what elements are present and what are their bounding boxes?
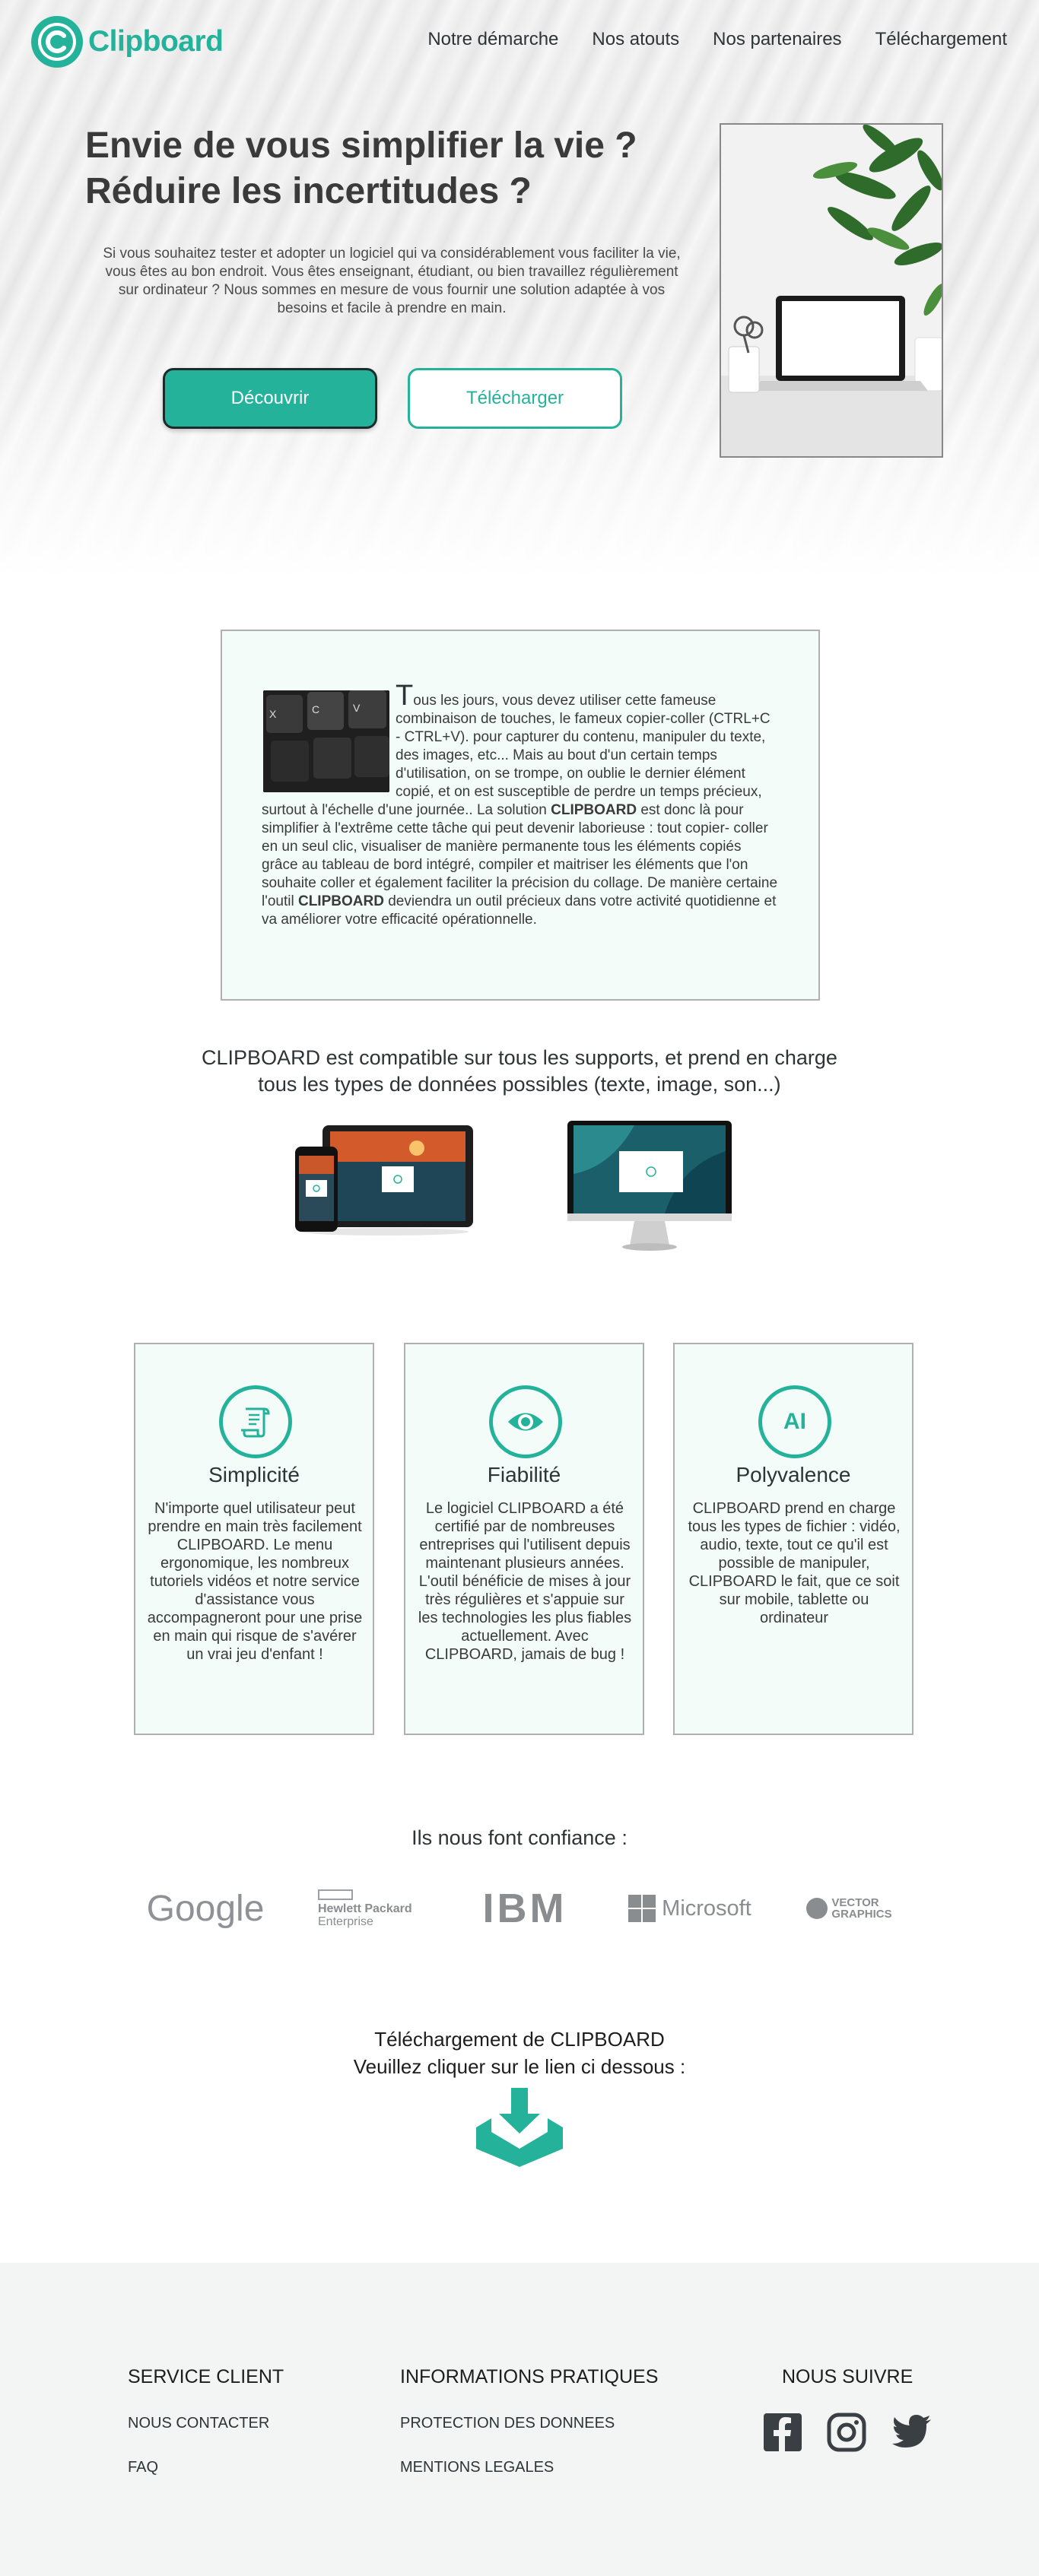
vector-line2: GRAPHICS	[831, 1908, 892, 1921]
vector-graphics-logo-icon	[806, 1898, 828, 1919]
footer-link-faq[interactable]: FAQ	[128, 2459, 158, 2476]
partner-microsoft[interactable]: Microsoft	[627, 1884, 753, 1933]
nav-telechargement[interactable]: Téléchargement	[875, 29, 1007, 50]
partner-google[interactable]: Google	[140, 1884, 271, 1933]
laptop-plant-image	[721, 125, 942, 456]
eye-icon	[489, 1385, 562, 1458]
vector-line1: VECTOR	[831, 1896, 879, 1909]
logo-text: Clipboard	[88, 25, 224, 58]
intro-bold2: CLIPBOARD	[297, 893, 384, 909]
partner-ibm[interactable]: IBM	[472, 1884, 578, 1933]
download-title: Téléchargement de CLIPBOARD Veuillez cli…	[0, 2026, 1039, 2080]
nav-atouts[interactable]: Nos atouts	[592, 29, 679, 50]
feature-title: Polyvalence	[736, 1463, 851, 1486]
download-icon[interactable]	[476, 2088, 563, 2167]
compat-line2: tous les types de données possibles (tex…	[258, 1073, 781, 1096]
main-nav: Notre démarche Nos atouts Nos partenaire…	[427, 29, 1007, 50]
footer-link-contact[interactable]: NOUS CONTACTER	[128, 2415, 269, 2432]
footer-service-client-title: SERVICE CLIENT	[128, 2366, 284, 2387]
feature-title: Simplicité	[208, 1463, 300, 1486]
hero-title-line1: Envie de vous simplifier la vie ?	[85, 125, 637, 166]
intro-box: X C V Tous les jours, vous devez utilise…	[221, 630, 820, 1001]
feature-text: CLIPBOARD prend en charge tous les types…	[688, 1500, 901, 1626]
hero-title: Envie de vous simplifier la vie ? Réduir…	[85, 123, 709, 214]
compat-title: CLIPBOARD est compatible sur tous les su…	[139, 1045, 900, 1098]
download-line2: Veuillez cliquer sur le lien ci dessous …	[353, 2055, 686, 2078]
nav-partenaires[interactable]: Nos partenaires	[713, 29, 841, 50]
logo[interactable]: Clipboard	[29, 14, 224, 70]
feature-card-polyvalence: AI Polyvalence CLIPBOARD prend en charge…	[673, 1343, 913, 1735]
feature-card-simplicite: Simplicité N'importe quel utilisateur pe…	[134, 1343, 374, 1735]
microsoft-logo-text: Microsoft	[662, 1896, 751, 1921]
instagram-icon[interactable]	[826, 2412, 867, 2453]
hpe-line2: Enterprise	[318, 1915, 373, 1928]
hero-title-line2: Réduire les incertitudes ?	[85, 171, 532, 211]
logo-icon	[31, 16, 83, 68]
trust-title: Ils nous font confiance :	[411, 1826, 628, 1849]
partner-vector-graphics[interactable]: VECTOR GRAPHICS	[799, 1884, 899, 1933]
hero-photo	[720, 123, 943, 458]
tablet-phone-image	[295, 1125, 473, 1236]
hpe-logo-bar	[318, 1889, 353, 1900]
footer-infos-title: INFORMATIONS PRATIQUES	[400, 2366, 659, 2387]
discover-button[interactable]: Découvrir	[163, 368, 377, 429]
feature-text: Le logiciel CLIPBOARD a été certifié par…	[418, 1500, 632, 1663]
google-logo-text: Google	[146, 1888, 265, 1929]
intro-text: Tous les jours, vous devez utiliser cett…	[262, 681, 779, 929]
feature-text: N'importe quel utilisateur peut prendre …	[147, 1500, 363, 1663]
compat-line1: CLIPBOARD est compatible sur tous les su…	[202, 1046, 837, 1069]
facebook-icon[interactable]	[762, 2412, 803, 2453]
footer-link-mentions[interactable]: MENTIONS LEGALES	[400, 2459, 554, 2476]
intro-bold1: CLIPBOARD	[551, 802, 637, 818]
feature-card-fiabilite: Fiabilité Le logiciel CLIPBOARD a été ce…	[404, 1343, 644, 1735]
footer-link-protection[interactable]: PROTECTION DES DONNEES	[400, 2415, 615, 2432]
intro-dropcap: T	[396, 680, 414, 712]
text-cursor-icon: AI	[758, 1385, 831, 1458]
feature-title: Fiabilité	[487, 1463, 561, 1486]
download-line1: Téléchargement de CLIPBOARD	[374, 2028, 665, 2051]
microsoft-logo-icon	[628, 1895, 656, 1922]
hpe-line1: Hewlett Packard	[318, 1902, 412, 1915]
download-button[interactable]: Télécharger	[408, 368, 622, 429]
nav-demarche[interactable]: Notre démarche	[427, 29, 558, 50]
hero-text: Si vous souhaitez tester et adopter un l…	[103, 246, 681, 316]
scroll-icon	[219, 1385, 292, 1458]
footer-follow-title: NOUS SUIVRE	[782, 2366, 913, 2387]
ibm-logo-text: IBM	[482, 1886, 567, 1931]
text-cursor-icon-label: AI	[783, 1409, 806, 1434]
footer: SERVICE CLIENT NOUS CONTACTER FAQ INFORM…	[0, 2263, 1039, 2576]
partner-hpe[interactable]: Hewlett Packard Enterprise	[318, 1884, 426, 1933]
twitter-icon[interactable]	[891, 2412, 933, 2453]
desktop-monitor-image	[567, 1121, 732, 1251]
